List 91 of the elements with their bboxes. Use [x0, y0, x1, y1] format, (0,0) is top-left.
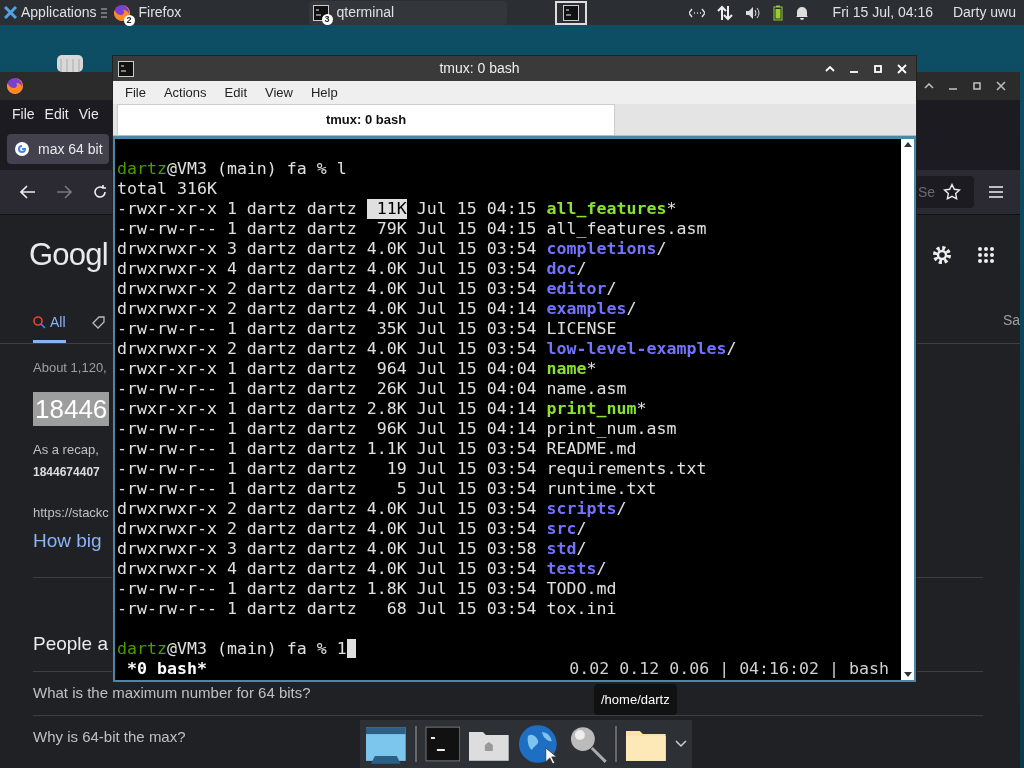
- back-icon[interactable]: [20, 185, 36, 199]
- firefox-icon: [6, 77, 24, 95]
- snippet-text: As a recap,: [33, 440, 100, 459]
- window-title: tmux: 0 bash: [438, 59, 521, 78]
- google-icon: [14, 141, 30, 157]
- listing-line: -rw-rw-r-- 1 dartz dartz 19 Jul 15 03:54 requirements.txt: [117, 459, 708, 479]
- listing-line: -rw-rw-r-- 1 dartz dartz 96K Jul 15 04:14 print_num.asm: [117, 419, 678, 439]
- tag-icon[interactable]: [91, 316, 105, 329]
- listing-line: -rw-rw-r-- 1 dartz dartz 79K Jul 15 04:15 all_features.asm: [117, 219, 708, 239]
- scrollbar[interactable]: [901, 139, 914, 680]
- answer-number: 18446: [33, 391, 110, 426]
- listing-line: drwxrwxr-x 2 dartz dartz 4.0K Jul 15 03:54 src/: [117, 519, 588, 539]
- listing-line: -rw-rw-r-- 1 dartz dartz 5 Jul 15 03:54 runtime.txt: [117, 479, 658, 499]
- battery-icon: [772, 4, 783, 21]
- menu-item[interactable]: Edit: [224, 82, 247, 103]
- result-count: About 1,120,: [33, 359, 107, 377]
- trash-icon[interactable]: [55, 55, 85, 72]
- workspace-switcher[interactable]: [554, 0, 587, 25]
- google-logo: Googl: [29, 235, 108, 274]
- section-heading: People a: [33, 632, 108, 656]
- terminal-icon: [562, 4, 579, 21]
- count-badge: 3: [321, 13, 333, 25]
- scroll-up-icon[interactable]: [903, 142, 912, 147]
- settings-icon[interactable]: [931, 244, 953, 266]
- question-item[interactable]: Why is 64-bit the max?: [33, 725, 186, 749]
- listing-line: drwxrwxr-x 4 dartz dartz 4.0K Jul 15 03:54 doc/: [117, 259, 588, 279]
- search-icon: [33, 316, 46, 329]
- apps-grid-icon[interactable]: [977, 246, 995, 264]
- network-icon: [688, 7, 705, 18]
- tmux-status: 0.02 0.12 0.06 | 04:16:02 | bash: [569, 659, 889, 679]
- search-tab[interactable]: Sa: [1002, 310, 1020, 331]
- user-name: Darty uwu: [952, 3, 1016, 22]
- menu-item[interactable]: Actions: [163, 82, 207, 103]
- star-icon[interactable]: [943, 183, 962, 201]
- firefox-icon: [112, 3, 131, 22]
- applications-menu[interactable]: Applications: [0, 0, 101, 25]
- question-item[interactable]: What is the maximum number for 64 bits?: [33, 681, 311, 705]
- text-cursor: [346, 639, 356, 658]
- terminal-icon: [118, 60, 134, 77]
- terminal-icon: [312, 4, 329, 21]
- listing-line: drwxrwxr-x 2 dartz dartz 4.0K Jul 15 04:14 examples/: [117, 299, 638, 319]
- listing-line: -rw-rw-r-- 1 dartz dartz 26K Jul 15 04:04 name.asm: [117, 379, 628, 399]
- listing-line: drwxrwxr-x 2 dartz dartz 4.0K Jul 15 03:54 scripts/: [117, 499, 628, 519]
- menu-item[interactable]: File: [125, 82, 146, 103]
- menu-item[interactable]: Help: [310, 82, 338, 103]
- reload-icon[interactable]: [92, 184, 108, 200]
- menu-item[interactable]: File: [12, 103, 35, 125]
- terminal-icon[interactable]: [424, 726, 461, 762]
- close-icon[interactable]: [996, 81, 1006, 91]
- listing-line: drwxrwxr-x 4 dartz dartz 4.0K Jul 15 03:54 tests/: [117, 559, 608, 579]
- desktop-icon[interactable]: [365, 724, 407, 764]
- chevron-icon[interactable]: [675, 740, 687, 748]
- globe-icon[interactable]: [518, 724, 560, 764]
- listing-line: -rwxr-xr-x 1 dartz dartz 964 Jul 15 04:04 name*: [117, 359, 598, 379]
- browser-tab[interactable]: max 64 bit: [7, 134, 109, 164]
- menu-icon: [100, 7, 107, 18]
- result-url: https://stackc: [33, 504, 109, 522]
- prompt-line: dartz@VM3 (main) fa % l: [117, 159, 348, 179]
- count-badge: 2: [123, 14, 135, 26]
- terminal-tab[interactable]: tmux: 0 bash: [117, 104, 615, 135]
- search-tab[interactable]: All: [33, 305, 66, 343]
- result-link[interactable]: How big: [33, 526, 102, 555]
- shade-icon[interactable]: [924, 83, 934, 89]
- scroll-down-icon[interactable]: [903, 672, 912, 677]
- prompt-line: dartz@VM3 (main) fa % 1: [117, 639, 347, 659]
- listing-line: -rwxr-xr-x 1 dartz dartz 2.8K Jul 15 04:14 print_num*: [117, 399, 648, 419]
- bell-icon: [794, 5, 809, 20]
- maximize-icon[interactable]: [972, 81, 982, 91]
- listing-line: -rwxr-xr-x 1 dartz dartz 11K Jul 15 04:15 all_features*: [117, 199, 678, 219]
- menu-icon[interactable]: [988, 185, 1004, 199]
- transfer-icon: [716, 4, 733, 21]
- menu-item[interactable]: Vie: [78, 103, 99, 125]
- output-line: total 316K: [117, 179, 218, 199]
- tooltip: /home/dartz: [594, 684, 677, 715]
- forward-icon[interactable]: [56, 185, 72, 199]
- xfce-icon: [4, 6, 17, 19]
- listing-line: drwxrwxr-x 3 dartz dartz 4.0K Jul 15 03:54 completions/: [117, 239, 668, 259]
- volume-icon: [744, 5, 761, 20]
- taskbar-button[interactable]: 3 qterminal: [308, 0, 507, 25]
- listing-line: -rw-rw-r-- 1 dartz dartz 1.1K Jul 15 03:54 README.md: [117, 439, 638, 459]
- listing-line: drwxrwxr-x 3 dartz dartz 4.0K Jul 15 03:58 std/: [117, 539, 588, 559]
- listing-line: drwxrwxr-x 2 dartz dartz 4.0K Jul 15 03:54 low-level-examples/: [117, 339, 738, 359]
- listing-line: drwxrwxr-x 2 dartz dartz 4.0K Jul 15 03:54 editor/: [117, 279, 618, 299]
- tmux-window-label[interactable]: *0 bash*: [117, 659, 207, 679]
- snippet-number: 1844674407: [33, 464, 100, 481]
- listing-line: -rw-rw-r-- 1 dartz dartz 1.8K Jul 15 03:54 TODO.md: [117, 579, 618, 599]
- listing-line: -rw-rw-r-- 1 dartz dartz 35K Jul 15 03:54 LICENSE: [117, 319, 618, 339]
- listing-line: -rw-rw-r-- 1 dartz dartz 68 Jul 15 03:54 tox.ini: [117, 599, 618, 619]
- menu-item[interactable]: View: [265, 82, 293, 103]
- menu-item[interactable]: Edit: [44, 103, 69, 125]
- clock: Fri 15 Jul, 04:16: [832, 3, 933, 22]
